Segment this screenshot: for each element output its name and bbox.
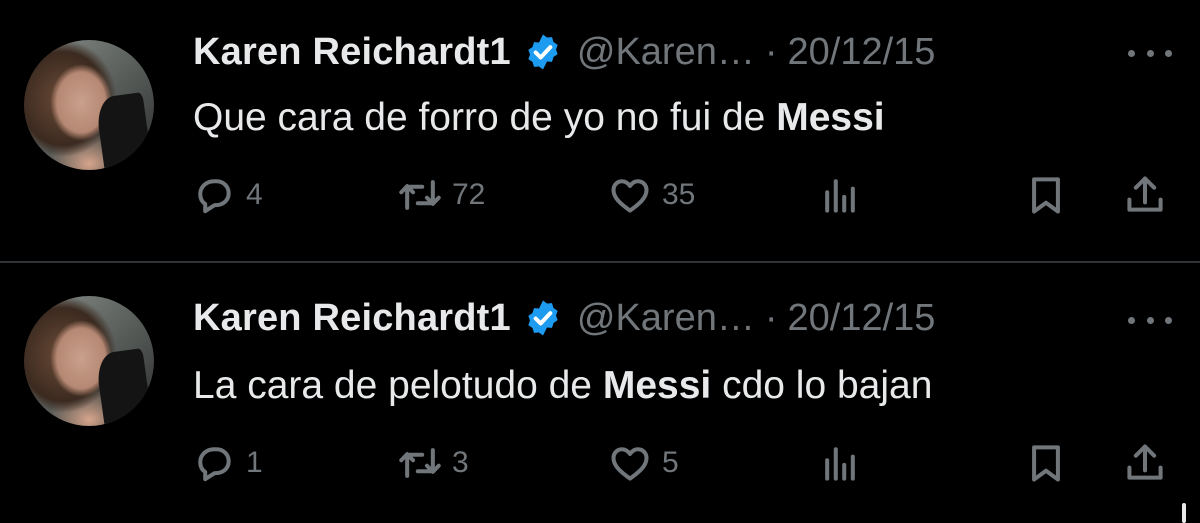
verified-badge-icon [528,34,558,70]
retweet-button[interactable]: 3 [398,438,469,488]
like-button[interactable]: 5 [608,438,679,488]
heart-icon [611,179,649,213]
verified-badge-icon [528,300,558,336]
share-button[interactable] [1123,170,1167,220]
retweet-count: 72 [452,178,486,211]
author-name[interactable]: Karen Reichardt1 [193,297,511,340]
views-button[interactable] [818,170,862,220]
tweet-date[interactable]: 20/12/15 [788,297,936,340]
like-count: 5 [662,446,679,479]
reply-count: 4 [246,178,263,211]
avatar[interactable] [24,40,154,170]
tweet-text-start: Que cara de forro de yo no fui de [193,96,777,139]
views-button[interactable] [818,438,862,488]
avatar[interactable] [24,296,154,426]
share-icon [1127,176,1163,212]
views-icon [825,447,855,481]
retweet-icon [399,448,441,478]
separator-dot: · [764,296,778,339]
tweet-header: Karen Reichardt1 @Karen… · 20/12/15 [193,28,935,76]
bookmark-icon [1032,177,1060,214]
tweet-actions: 4 72 35 [0,170,1200,220]
reply-button[interactable]: 4 [192,170,263,220]
reply-count: 1 [246,446,263,479]
author-name[interactable]: Karen Reichardt1 [193,31,511,74]
bookmark-button[interactable] [1024,438,1068,488]
like-button[interactable]: 35 [608,170,695,220]
share-button[interactable] [1123,438,1167,488]
views-icon [825,179,855,213]
reply-button[interactable]: 1 [192,438,263,488]
tweet[interactable]: Karen Reichardt1 @Karen… · 20/12/15 Que … [0,0,1200,262]
retweet-count: 3 [452,446,469,479]
tweet-text-start: La cara de pelotudo de [193,364,603,407]
tweet-actions: 1 3 5 [0,438,1200,488]
scrollbar[interactable] [1182,503,1186,523]
separator-dot: · [764,30,778,73]
tweet-date[interactable]: 20/12/15 [788,31,936,74]
reply-icon [198,447,231,482]
author-handle[interactable]: @Karen… [577,31,755,74]
heart-icon [611,447,649,481]
author-handle[interactable]: @Karen… [577,297,755,340]
share-icon [1127,444,1163,480]
tweet-text: Que cara de forro de yo no fui de Messi [193,96,885,140]
bookmark-icon [1032,445,1060,482]
more-horizontal-icon[interactable] [1128,310,1172,330]
tweet-text-bold: Messi [776,96,885,139]
tweet-header: Karen Reichardt1 @Karen… · 20/12/15 [193,294,935,342]
more-horizontal-icon[interactable] [1128,43,1172,63]
bookmark-button[interactable] [1024,170,1068,220]
reply-icon [198,179,231,214]
retweet-icon [399,180,441,210]
tweet-text-bold: Messi [602,364,712,407]
retweet-button[interactable]: 72 [398,170,485,220]
tweet-text: La cara de pelotudo de Messi cdo lo baja… [193,364,932,408]
tweet[interactable]: Karen Reichardt1 @Karen… · 20/12/15 La c… [0,263,1200,523]
like-count: 35 [662,178,696,211]
tweet-text-end: cdo lo bajan [711,364,933,407]
